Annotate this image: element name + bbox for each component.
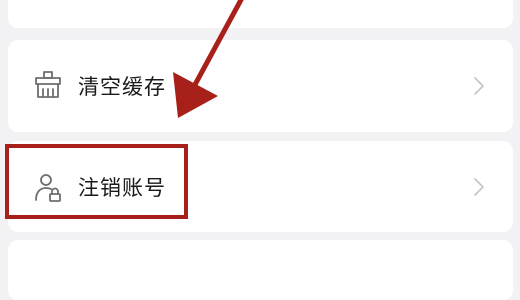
next-card bbox=[8, 240, 513, 300]
clear-cache-row[interactable]: 清空缓存 bbox=[8, 40, 513, 132]
chevron-right-icon bbox=[474, 77, 484, 95]
broom-icon bbox=[35, 71, 61, 98]
user-lock-icon bbox=[35, 173, 61, 202]
clear-cache-card: 清空缓存 bbox=[8, 40, 513, 132]
previous-card bbox=[8, 0, 513, 28]
delete-account-row[interactable]: 注销账号 bbox=[8, 141, 513, 232]
clear-cache-label: 清空缓存 bbox=[78, 75, 166, 99]
delete-account-label: 注销账号 bbox=[78, 175, 166, 200]
delete-account-card: 注销账号 bbox=[8, 141, 513, 232]
chevron-right-icon bbox=[474, 177, 484, 196]
